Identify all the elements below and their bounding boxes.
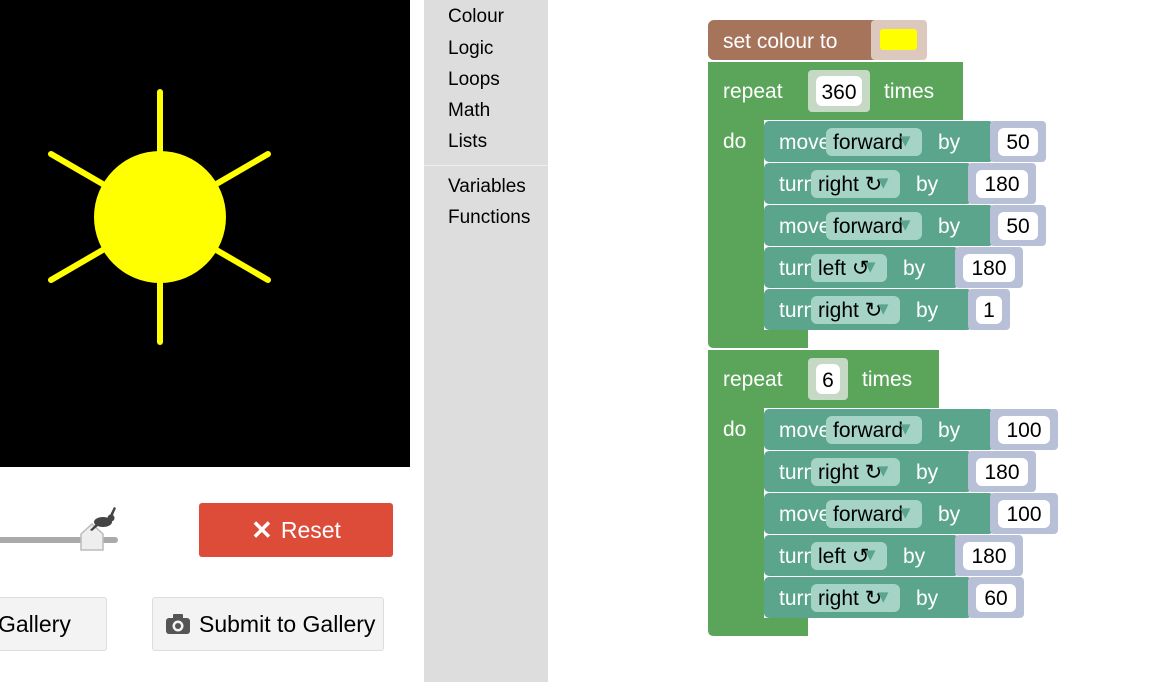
times-label: times — [862, 368, 912, 391]
by-label: by — [938, 131, 961, 154]
direction-value: forward — [833, 419, 903, 442]
repeat-count-value: 6 — [822, 369, 834, 392]
turn-label: turn — [779, 299, 815, 322]
by-label: by — [916, 299, 939, 322]
value-number: 180 — [971, 545, 1006, 568]
move-label: move — [779, 215, 830, 238]
by-label: by — [938, 215, 961, 238]
value-number: 180 — [984, 461, 1019, 484]
move-label: move — [779, 131, 830, 154]
value-number: 50 — [1006, 131, 1029, 154]
turn-label: turn — [779, 545, 815, 568]
move-label: move — [779, 503, 830, 526]
camera-icon — [166, 614, 190, 634]
close-icon: ✕ — [251, 515, 273, 545]
category-colour[interactable]: Colour — [448, 6, 504, 28]
do-label: do — [723, 418, 746, 441]
dropdown-arrow-icon: ▾ — [878, 171, 889, 194]
value-number: 180 — [984, 173, 1019, 196]
by-label: by — [916, 587, 939, 610]
direction-value: forward — [833, 215, 903, 238]
turn-block[interactable]: turn right ↻▾ by 1 — [764, 289, 1010, 330]
move-block[interactable]: move forward▾ by 50 — [764, 121, 1046, 162]
dropdown-arrow-icon: ▾ — [900, 501, 911, 524]
submit-gallery-label: Submit to Gallery — [199, 610, 376, 637]
value-number: 1 — [983, 299, 995, 322]
move-block[interactable]: move forward▾ by 100 — [764, 409, 1058, 450]
dropdown-arrow-icon: ▾ — [878, 297, 889, 320]
turn-label: turn — [779, 461, 815, 484]
turn-block[interactable]: turn right ↻▾ by 60 — [764, 577, 1024, 618]
category-math[interactable]: Math — [448, 100, 490, 122]
move-block[interactable]: move forward▾ by 100 — [764, 493, 1058, 534]
toolbox-separator — [424, 165, 548, 166]
dropdown-arrow-icon: ▾ — [865, 255, 876, 278]
direction-value: right ↻ — [818, 299, 882, 322]
dropdown-arrow-icon: ▾ — [865, 543, 876, 566]
submit-gallery-button[interactable]: Submit to Gallery — [152, 597, 384, 651]
dropdown-arrow-icon: ▾ — [878, 585, 889, 608]
do-label: do — [723, 130, 746, 153]
drawing-canvas — [0, 0, 410, 467]
by-label: by — [903, 257, 926, 280]
direction-value: right ↻ — [818, 173, 882, 196]
turn-label: turn — [779, 587, 815, 610]
direction-value: forward — [833, 503, 903, 526]
move-label: move — [779, 419, 830, 442]
by-label: by — [938, 419, 961, 442]
rabbit-icon — [90, 507, 116, 531]
direction-value: forward — [833, 131, 903, 154]
move-block[interactable]: move forward▾ by 50 — [764, 205, 1046, 246]
see-gallery-button[interactable]: ee Gallery — [0, 597, 107, 651]
category-logic[interactable]: Logic — [448, 38, 493, 60]
direction-value: right ↻ — [818, 461, 882, 484]
turn-label: turn — [779, 257, 815, 280]
by-label: by — [916, 173, 939, 196]
see-gallery-label: ee Gallery — [0, 610, 71, 637]
category-lists[interactable]: Lists — [448, 131, 487, 153]
value-number: 180 — [971, 257, 1006, 280]
reset-label: Reset — [280, 516, 341, 543]
reset-button[interactable]: ✕ Reset — [199, 503, 393, 557]
repeat-label: repeat — [723, 80, 783, 103]
value-number: 100 — [1006, 503, 1041, 526]
sun-disc — [94, 151, 226, 283]
turn-block[interactable]: turn right ↻▾ by 180 — [764, 163, 1036, 204]
value-number: 50 — [1006, 215, 1029, 238]
slider-thumb[interactable] — [80, 522, 104, 551]
direction-value: left ↺ — [818, 545, 869, 568]
turn-block[interactable]: turn left ↺▾ by 180 — [764, 247, 1023, 288]
dropdown-arrow-icon: ▾ — [900, 129, 911, 152]
by-label: by — [903, 545, 926, 568]
dropdown-arrow-icon: ▾ — [900, 417, 911, 440]
repeat-count-value: 360 — [821, 81, 856, 104]
blocks-workspace[interactable]: set colour to repeat 360 times do move forward… — [548, 0, 1165, 682]
turn-block[interactable]: turn left ↺▾ by 180 — [764, 535, 1023, 576]
colour-swatch[interactable] — [880, 29, 917, 50]
dropdown-arrow-icon: ▾ — [878, 459, 889, 482]
by-label: by — [938, 503, 961, 526]
repeat-label: repeat — [723, 368, 783, 391]
set-colour-label: set colour to — [723, 30, 837, 53]
turtle-drawing — [48, 89, 271, 345]
block-toolbox: Colour Logic Loops Math Lists Variables … — [424, 0, 548, 682]
by-label: by — [916, 461, 939, 484]
value-number: 60 — [984, 587, 1007, 610]
dropdown-arrow-icon: ▾ — [900, 213, 911, 236]
category-loops[interactable]: Loops — [448, 69, 500, 91]
value-number: 100 — [1006, 419, 1041, 442]
direction-value: right ↻ — [818, 587, 882, 610]
direction-value: left ↺ — [818, 257, 869, 280]
times-label: times — [884, 80, 934, 103]
program-blocks: set colour torepeat 360 timesdo move forward… — [708, 20, 1058, 636]
speed-slider[interactable] — [0, 505, 125, 555]
category-variables[interactable]: Variables — [448, 176, 526, 198]
turn-label: turn — [779, 173, 815, 196]
category-functions[interactable]: Functions — [448, 207, 530, 229]
turn-block[interactable]: turn right ↻▾ by 180 — [764, 451, 1036, 492]
